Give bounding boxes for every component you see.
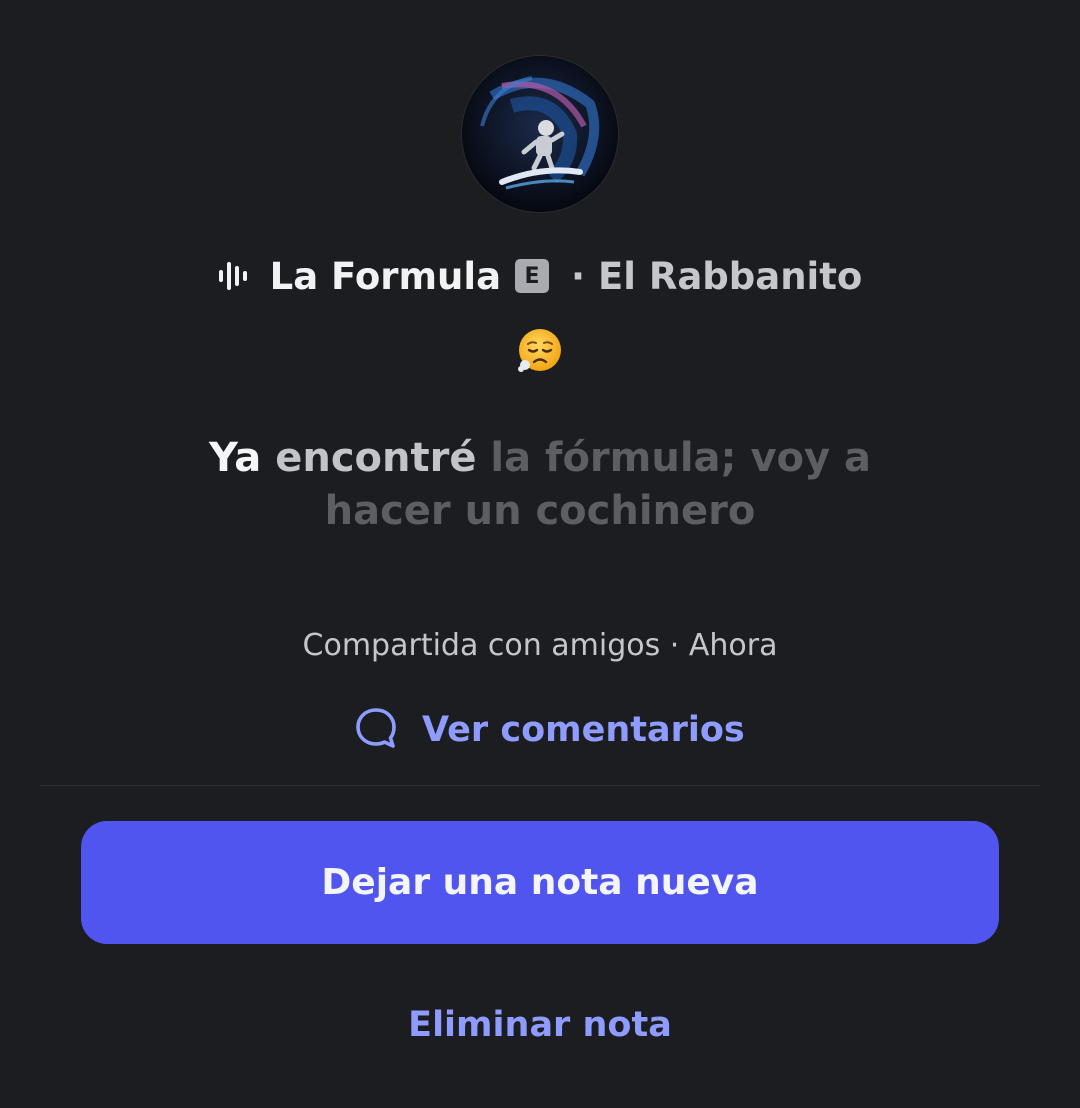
- music-bars-icon: [218, 259, 250, 293]
- divider: [40, 785, 1040, 786]
- view-comments-label: Ver comentarios: [422, 710, 745, 750]
- explicit-badge: E: [515, 259, 550, 293]
- new-note-button[interactable]: Dejar una nota nueva: [81, 821, 999, 944]
- note-text: Ya encontré la fórmula; voy a hacer un c…: [160, 432, 920, 538]
- sad-relieved-face-emoji: [516, 327, 564, 375]
- song-title: La Formula: [269, 254, 502, 298]
- song-info[interactable]: La Formula E · El Rabbanito: [0, 246, 1080, 306]
- note-sheet: La Formula E · El Rabbanito Ya encontré …: [0, 0, 1080, 1108]
- song-artist: · El Rabbanito: [571, 254, 863, 298]
- lyric-fading-word: encontré: [275, 435, 477, 481]
- delete-note-button[interactable]: Eliminar nota: [0, 1005, 1080, 1045]
- note-meta: Compartida con amigos · Ahora: [302, 628, 778, 663]
- astronaut-surfing-image: [462, 56, 618, 212]
- lyric-active-word: Ya: [209, 435, 262, 481]
- view-comments-link[interactable]: Ver comentarios: [352, 700, 745, 760]
- speech-bubble-icon: [352, 704, 400, 756]
- avatar[interactable]: [462, 56, 618, 212]
